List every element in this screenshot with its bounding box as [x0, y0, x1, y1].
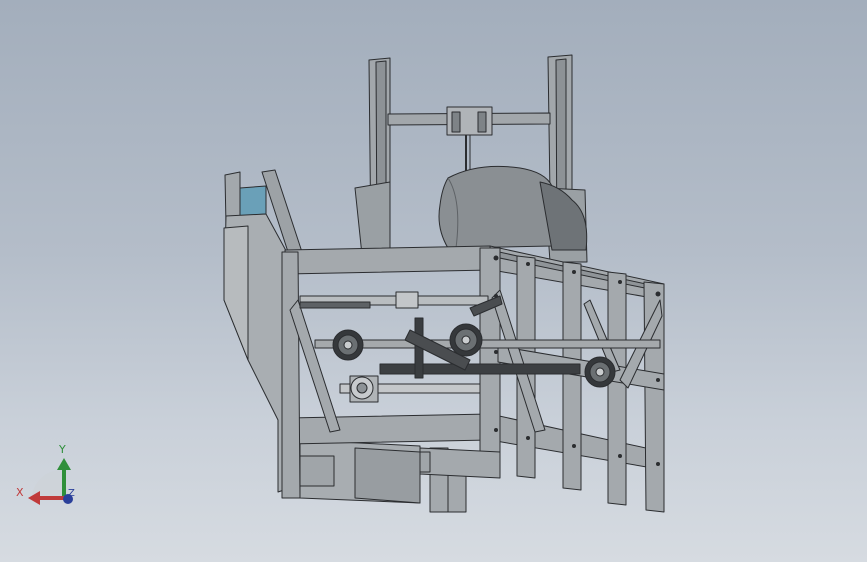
lower-pulley: [350, 376, 374, 400]
graphics-viewport[interactable]: X Y Z: [0, 0, 867, 562]
feed-hopper: [223, 169, 421, 504]
gear-center: [449, 323, 483, 357]
axis-triad: X Y Z: [12, 438, 82, 510]
3d-machine-model[interactable]: [0, 0, 867, 562]
z-axis-label: Z: [68, 488, 75, 499]
y-axis-label: Y: [59, 443, 66, 456]
x-axis-label: X: [16, 486, 24, 499]
triad-graphic: [28, 458, 73, 505]
gear-right: [584, 356, 616, 388]
gear-left: [332, 329, 364, 361]
